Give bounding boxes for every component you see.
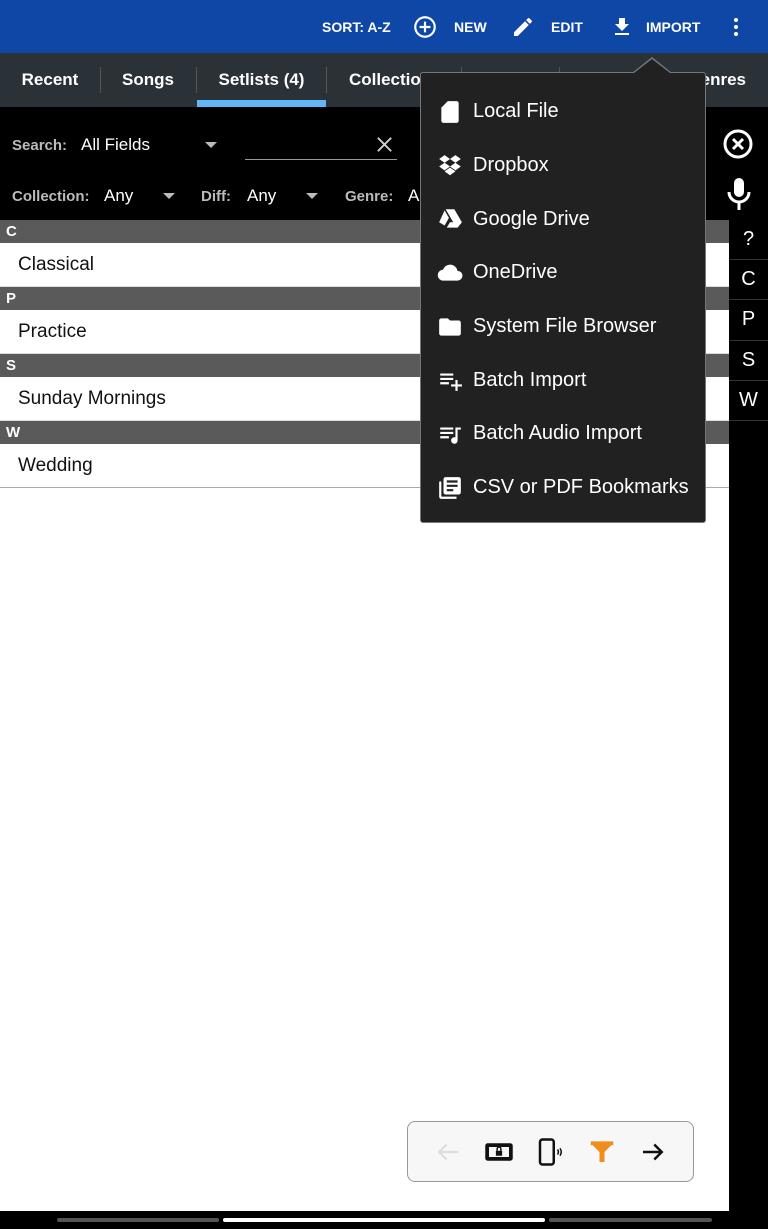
floating-nav-bar xyxy=(407,1121,694,1182)
menu-item-label: System File Browser xyxy=(473,315,657,338)
menu-item-label: Google Drive xyxy=(473,207,590,230)
more-options-button[interactable] xyxy=(724,0,748,53)
menu-item-label: Batch Audio Import xyxy=(473,422,642,445)
chevron-down-icon[interactable] xyxy=(163,193,175,199)
sd-card-icon xyxy=(441,101,459,123)
search-field-select[interactable]: All Fields xyxy=(81,135,150,155)
plus-circle-icon xyxy=(414,15,436,38)
clear-search-icon[interactable] xyxy=(375,135,394,154)
search-input[interactable] xyxy=(245,159,397,160)
sort-label: SORT: A-Z xyxy=(322,18,391,35)
filter-icon[interactable] xyxy=(587,1137,617,1167)
menu-item-batch-audio-import[interactable]: Batch Audio Import xyxy=(421,407,705,461)
import-menu: Local File Dropbox Google Drive OneDrive… xyxy=(420,72,706,523)
menu-item-label: Local File xyxy=(473,100,559,123)
index-item[interactable]: P xyxy=(729,300,768,341)
menu-item-local-file[interactable]: Local File xyxy=(421,85,705,139)
system-nav-handle xyxy=(57,1218,219,1222)
pencil-icon xyxy=(514,17,532,36)
tab-songs[interactable]: Songs xyxy=(100,53,196,107)
menu-item-label: CSV or PDF Bookmarks xyxy=(473,476,689,499)
menu-item-label: Batch Import xyxy=(473,368,587,391)
collection-select[interactable]: Any xyxy=(104,186,133,206)
tab-setlists[interactable]: Setlists (4) xyxy=(197,53,326,107)
top-toolbar: SORT: A-Z NEW EDIT IMPORT xyxy=(0,0,768,53)
index-item[interactable]: C xyxy=(729,260,768,301)
popup-arrow-fill xyxy=(634,59,670,73)
chevron-down-icon[interactable] xyxy=(306,193,318,199)
arrow-back-icon[interactable] xyxy=(433,1137,463,1167)
diff-select[interactable]: Any xyxy=(247,186,276,206)
screen-lock-icon[interactable] xyxy=(484,1137,514,1167)
edit-button[interactable]: EDIT xyxy=(511,0,583,53)
index-item[interactable]: S xyxy=(729,341,768,381)
folder-icon xyxy=(439,317,461,336)
tab-recent[interactable]: Recent xyxy=(0,53,100,107)
playlist-add-icon xyxy=(440,373,462,392)
genre-label: Genre: xyxy=(345,188,394,205)
import-button[interactable]: IMPORT xyxy=(610,0,700,53)
collection-label: Collection: xyxy=(12,188,90,205)
import-label: IMPORT xyxy=(646,18,701,35)
menu-item-onedrive[interactable]: OneDrive xyxy=(421,246,705,300)
menu-item-dropbox[interactable]: Dropbox xyxy=(421,139,705,193)
system-nav-handle[interactable] xyxy=(223,1218,545,1222)
queue-music-icon xyxy=(440,427,461,444)
menu-item-system-file-browser[interactable]: System File Browser xyxy=(421,300,705,354)
more-vert-icon xyxy=(734,17,738,36)
system-nav-handle xyxy=(549,1218,712,1222)
menu-item-label: OneDrive xyxy=(473,261,558,284)
menu-item-csv-pdf-bookmarks[interactable]: CSV or PDF Bookmarks xyxy=(421,461,705,515)
cloud-icon xyxy=(437,264,463,281)
index-item[interactable]: W xyxy=(729,381,768,421)
library-books-icon xyxy=(439,476,461,499)
sort-button[interactable]: SORT: A-Z xyxy=(322,0,391,53)
active-tab-indicator xyxy=(197,100,326,107)
new-button[interactable]: NEW xyxy=(412,0,487,53)
dropbox-icon xyxy=(439,154,461,175)
download-icon xyxy=(615,17,629,35)
index-item[interactable]: ? xyxy=(729,220,768,261)
microphone-icon[interactable] xyxy=(726,177,752,211)
menu-item-google-drive[interactable]: Google Drive xyxy=(421,192,705,246)
menu-item-label: Dropbox xyxy=(473,154,549,177)
alphabet-index: ? C P S W xyxy=(729,220,768,421)
close-circle-icon[interactable] xyxy=(722,128,754,160)
new-label: NEW xyxy=(454,18,487,35)
arrow-forward-icon[interactable] xyxy=(638,1137,668,1167)
google-drive-icon xyxy=(439,209,462,228)
diff-label: Diff: xyxy=(201,188,231,205)
menu-item-batch-import[interactable]: Batch Import xyxy=(421,353,705,407)
search-label: Search: xyxy=(12,137,68,154)
edit-label: EDIT xyxy=(551,18,583,35)
phone-vibrate-icon[interactable] xyxy=(535,1137,565,1167)
chevron-down-icon[interactable] xyxy=(205,142,217,148)
